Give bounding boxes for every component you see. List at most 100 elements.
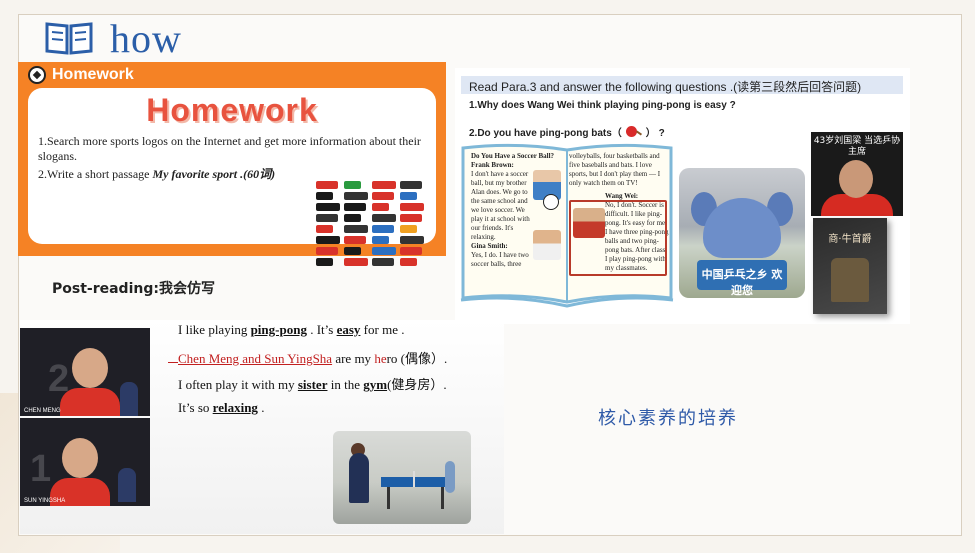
sports-logo: [372, 181, 396, 189]
sports-logo: [400, 225, 417, 233]
player-1-face: [72, 348, 108, 388]
frank-name: Frank Brown:: [471, 161, 514, 169]
sports-logo: [344, 181, 361, 189]
homework-header-label: Homework: [52, 66, 134, 83]
player-2-number: 1: [30, 448, 52, 490]
textbook-heading: Do You Have a Soccer Ball?: [471, 152, 555, 160]
sentence-1-e: for me .: [360, 322, 405, 337]
sentence-2-blank: [168, 362, 178, 363]
player-2-coach: [118, 468, 136, 502]
pp-table: [381, 477, 449, 487]
sports-logo: [372, 214, 396, 222]
sports-logo: [316, 225, 333, 233]
title-text: how: [110, 15, 182, 61]
frank-text: I don't have a soccer ball, but my broth…: [471, 170, 530, 241]
sports-logo: [344, 192, 368, 200]
slide-title: how: [44, 15, 182, 61]
sports-logo: [400, 181, 422, 189]
player-1-shirt: [60, 388, 120, 416]
reading-question-2-suffix: ） ?: [645, 128, 665, 139]
sentence-4-keyword: relaxing: [212, 400, 258, 415]
homework-task-2-prefix: 2.Write a short passage: [38, 167, 153, 181]
sports-logo: [316, 203, 340, 211]
homework-big-title: Homework: [146, 92, 318, 128]
homework-task-1: 1.Search more sports logos on the Intern…: [38, 134, 421, 163]
sports-logo: [372, 225, 394, 233]
sports-logo: [372, 192, 394, 200]
sports-logo: [316, 247, 338, 255]
pp-opponent: [445, 461, 455, 493]
sports-logo: [372, 236, 389, 244]
sports-logo: [316, 181, 338, 189]
pp-table-leg-right: [441, 487, 444, 509]
gina-name: Gina Smith:: [471, 242, 508, 250]
core-literacy-text: 核心素养的培养: [598, 408, 738, 429]
book-cover-photo: 商·牛首爵: [813, 218, 887, 314]
sentence-4: It’s so relaxing .: [178, 400, 264, 416]
sentence-2-b: are my: [332, 351, 375, 366]
sports-logo: [400, 192, 417, 200]
homework-card: Homework 1.Search more sports logos on t…: [28, 88, 436, 266]
sentence-3-a: I often play it with my: [178, 377, 298, 392]
sun-yingsha-photo: 1 SUN YINGSHA: [20, 418, 150, 506]
sentence-4-a: It’s so: [178, 400, 213, 415]
slide: how Homework Homework 1.Search more spor…: [0, 0, 975, 553]
book-cover-title: 商·牛首爵: [828, 234, 872, 245]
pp-table-leg-left: [387, 487, 390, 509]
textbook-image: Do You Have a Soccer Ball? Frank Brown: …: [459, 142, 675, 312]
gina-photo: [533, 230, 561, 260]
player-2-face: [62, 438, 98, 478]
sentence-1-c: . It’s: [306, 322, 337, 337]
soccer-ball-icon: [28, 66, 46, 84]
mascot-sign-text: 中国乒乓之乡 欢迎您: [701, 268, 783, 297]
sentence-4-c: .: [257, 400, 265, 415]
sports-logo: [400, 247, 422, 255]
sentence-2-idols: Chen Meng and Sun YingSha: [178, 351, 333, 366]
player-1-name: CHEN MENG: [24, 408, 61, 414]
player-1-coach: [120, 382, 138, 416]
post-reading-title: Post-reading:我会仿写: [52, 281, 215, 297]
sentence-1-keyword-1: ping-pong: [250, 322, 307, 337]
portrait-caption: 43岁刘国梁 当选乒协主席: [813, 136, 901, 157]
post-reading-panel: 2 CHEN MENG 1 SUN YINGSHA I like playing…: [20, 320, 504, 534]
sports-logo: [316, 192, 333, 200]
sports-logo: [344, 236, 366, 244]
homework-task-2-emphasis: My favorite sport .(60词): [152, 167, 276, 181]
wangwei-name: Wang Wei:: [605, 192, 639, 200]
reading-question-1: 1.Why does Wang Wei think playing ping-p…: [469, 100, 736, 111]
ping-pong-paddle-icon: [625, 125, 642, 138]
sports-logo: [372, 258, 394, 266]
gina-text-continued: volleyballs, four basketballs and five b…: [569, 152, 661, 187]
sports-logo: [344, 247, 361, 255]
homework-panel: Homework Homework 1.Search more sports l…: [18, 62, 446, 266]
sports-logo: [316, 236, 340, 244]
pp-player: [349, 453, 369, 503]
ping-pong-room-photo: [333, 431, 471, 524]
sports-logo: [316, 258, 333, 266]
reading-question-2: 2.Do you have ping-pong bats（ ） ?: [469, 124, 665, 139]
reading-question-2-prefix: 2.Do you have ping-pong bats（: [469, 128, 622, 139]
portrait-face: [839, 160, 873, 198]
soccer-ball-photo: [543, 194, 559, 210]
sentence-2-highlight: he: [374, 351, 387, 366]
wangwei-photo: [573, 208, 605, 238]
sentence-3-e: (健身房）.: [387, 377, 447, 392]
sports-logos-image: [316, 180, 424, 266]
liu-guoliang-photo: 43岁刘国梁 当选乒协主席: [811, 132, 903, 216]
sentence-1: I like playing ping-pong . It’s easy for…: [178, 322, 404, 338]
sentence-3-keyword-1: sister: [297, 377, 328, 392]
sentence-1-keyword-2: easy: [336, 322, 361, 337]
homework-header: Homework: [28, 66, 134, 84]
reading-instruction: Read Para.3 and answer the following que…: [461, 76, 903, 94]
sentence-2-d: ro (偶像）.: [386, 351, 448, 366]
sports-logo: [372, 247, 396, 255]
player-2-name: SUN YINGSHA: [24, 498, 66, 504]
sentence-3-keyword-2: gym: [363, 377, 388, 392]
sentence-3-c: in the: [327, 377, 364, 392]
pp-net: [413, 471, 415, 487]
homework-task-2: 2.Write a short passage My favorite spor…: [38, 165, 275, 182]
sports-logo: [400, 236, 424, 244]
bronze-vessel-image: [831, 258, 869, 302]
sentence-1-a: I like playing: [178, 322, 251, 337]
sports-logo: [344, 225, 368, 233]
